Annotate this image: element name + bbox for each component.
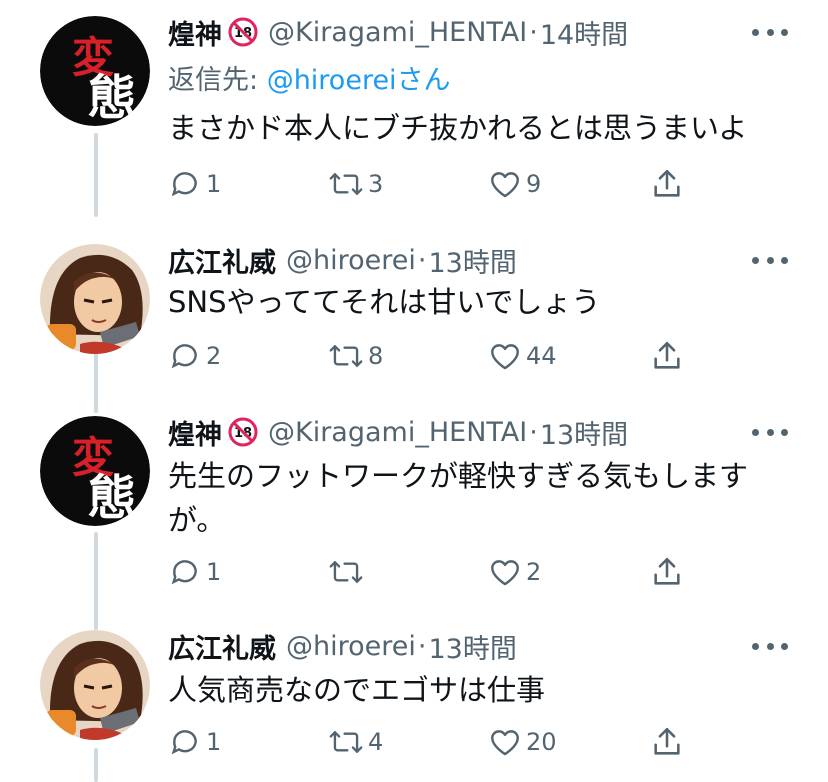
retweet-button[interactable]: 3 [328,164,383,204]
reply-icon [171,730,197,755]
user-handle[interactable]: @hiroerei [286,631,416,662]
retweet-count: 4 [368,728,384,756]
share-icon [654,727,680,755]
display-name[interactable]: 広江礼威 [168,627,276,666]
heart-icon [491,172,519,198]
tweet[interactable]: 広江礼威 @hiroerei · 13時間 人気商売なのでエゴサは仕事 1 4 … [0,626,828,776]
reply-icon [171,344,197,369]
tweet-text-line: が。 [168,503,226,537]
reply-to-link[interactable]: @hiroerei [267,65,397,96]
like-button[interactable]: 20 [488,722,557,762]
reply-count: 2 [206,342,222,370]
share-button[interactable] [650,164,684,204]
tweet-text: 先生のフットワークが軽快すぎる気もします が。 [168,454,778,542]
retweet-count: 3 [368,170,384,198]
separator: · [417,630,427,662]
like-button[interactable]: 2 [488,552,541,592]
timestamp[interactable]: 14時間 [540,13,628,52]
avatar[interactable]: 変 態 [40,16,150,126]
display-name[interactable]: 煌神 [168,13,222,52]
more-dots-icon[interactable] [752,420,788,444]
reply-button[interactable]: 1 [168,552,221,592]
tweet-actions: 1 4 20 [168,722,728,762]
like-count: 9 [526,170,542,198]
tweet[interactable]: 広江礼威 @hiroerei · 13時間 SNSやっててそれは甘いでしょう 2… [0,240,828,390]
display-name[interactable]: 煌神 [168,413,222,452]
separator: · [529,16,538,48]
tweet[interactable]: 変 態 煌神 18 @Kiragami_HENTAI · 14時間 返信先: @… [0,12,828,212]
avatar-text: 態 [88,70,136,126]
retweet-icon [329,173,363,195]
separator: · [529,416,538,448]
reply-icon [171,172,197,197]
like-count: 44 [526,342,557,370]
retweet-button[interactable] [328,552,368,592]
share-icon [654,557,680,585]
tweet-actions: 1 2 [168,552,728,592]
heart-icon [491,344,519,370]
reply-count: 1 [206,728,222,756]
user-handle[interactable]: @Kiragami_HENTAI [268,417,527,448]
timestamp[interactable]: 13時間 [428,627,516,666]
share-icon [654,341,680,369]
like-button[interactable]: 44 [488,336,557,376]
like-count: 2 [526,558,542,586]
share-button[interactable] [650,722,684,762]
heart-icon [491,730,519,756]
retweet-button[interactable]: 4 [328,722,383,762]
retweet-icon [329,561,363,583]
tweet-header: 広江礼威 @hiroerei · 13時間 [168,626,517,666]
avatar[interactable]: 変 態 [40,416,150,526]
more-dots-icon[interactable] [752,20,788,44]
more-dots-icon[interactable] [752,634,788,658]
like-count: 20 [526,728,557,756]
reply-count: 1 [206,170,222,198]
share-button[interactable] [650,552,684,592]
avatar-text: 態 [88,470,136,526]
retweet-icon [329,731,363,753]
reply-button[interactable]: 2 [168,336,221,376]
tweet-actions: 2 8 44 [168,336,728,376]
retweet-button[interactable]: 8 [328,336,383,376]
reply-suffix: さん [396,65,451,96]
tweet-header: 煌神 18 @Kiragami_HENTAI · 13時間 [168,412,628,452]
like-button[interactable]: 9 [488,164,541,204]
reply-count: 1 [206,558,222,586]
no-under-18-icon: 18 [228,17,258,47]
timestamp[interactable]: 13時間 [428,241,516,280]
reply-icon [171,560,197,585]
retweet-count: 8 [368,342,384,370]
reply-label: 返信先: [168,65,267,96]
separator: · [417,244,427,276]
tweet-header: 煌神 18 @Kiragami_HENTAI · 14時間 [168,12,628,52]
user-handle[interactable]: @hiroerei [286,245,416,276]
display-name[interactable]: 広江礼威 [168,241,276,280]
avatar[interactable] [40,630,150,740]
timestamp[interactable]: 13時間 [540,413,628,452]
tweet[interactable]: 変 態 煌神 18 @Kiragami_HENTAI · 13時間 先生のフット… [0,412,828,612]
tweet-text-line: 先生のフットワークが軽快すぎる気もします [168,459,749,493]
heart-icon [491,560,519,586]
user-handle[interactable]: @Kiragami_HENTAI [268,17,527,48]
reply-context: 返信先: @hiroereiさん [168,58,451,97]
tweet-actions: 1 3 9 [168,164,728,204]
tweet-text: まさかド本人にブチ抜かれるとは思うまいよ [168,111,748,145]
avatar[interactable] [40,244,150,354]
reply-button[interactable]: 1 [168,164,221,204]
no-under-18-icon: 18 [228,417,258,447]
tweet-text: SNSやっててそれは甘いでしょう [168,285,601,319]
tweet-header: 広江礼威 @hiroerei · 13時間 [168,240,517,280]
share-icon [654,169,680,197]
more-dots-icon[interactable] [752,248,788,272]
tweet-text: 人気商売なのでエゴサは仕事 [168,673,546,707]
retweet-icon [329,345,363,367]
share-button[interactable] [650,336,684,376]
reply-button[interactable]: 1 [168,722,221,762]
